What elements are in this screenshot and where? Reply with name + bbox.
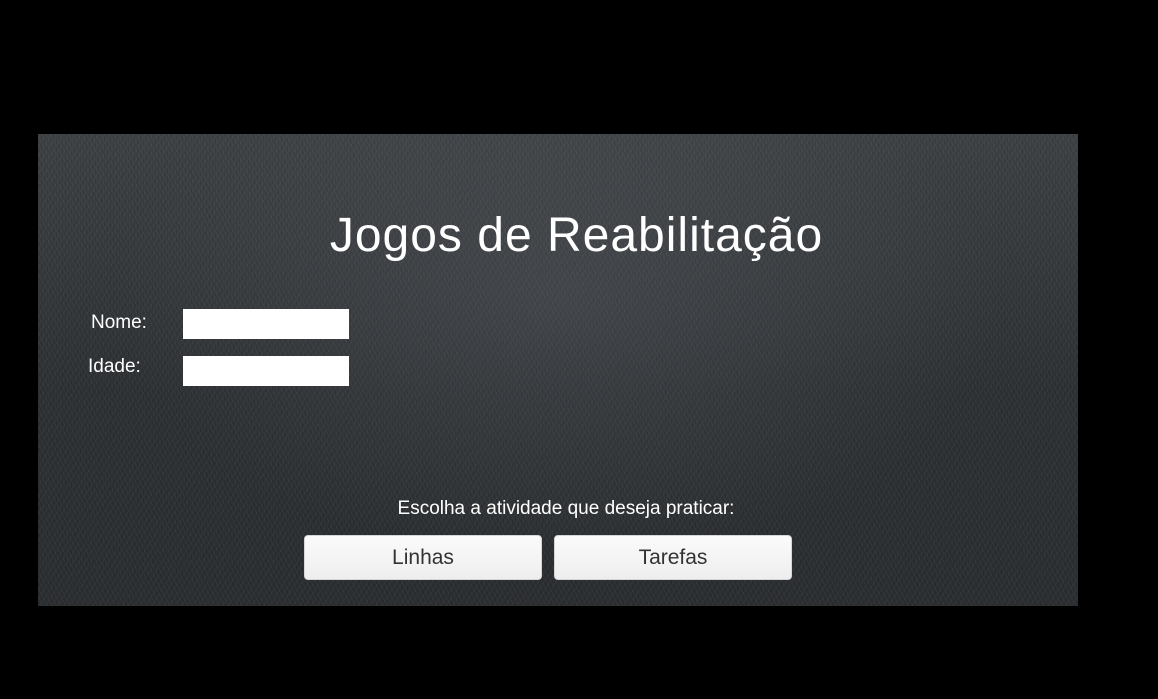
main-panel: Jogos de Reabilitação Nome: Idade: Escol…	[38, 134, 1078, 606]
app-window: Jogos de Reabilitação Nome: Idade: Escol…	[0, 0, 1158, 699]
activity-prompt: Escolha a atividade que deseja praticar:	[397, 498, 735, 519]
tarefas-button[interactable]: Tarefas	[554, 535, 792, 580]
age-label: Idade:	[88, 356, 141, 377]
name-field[interactable]	[183, 309, 349, 339]
linhas-button[interactable]: Linhas	[304, 535, 542, 580]
age-field[interactable]	[183, 356, 349, 386]
page-title: Jogos de Reabilitação	[329, 209, 824, 262]
name-label: Nome:	[91, 312, 147, 333]
